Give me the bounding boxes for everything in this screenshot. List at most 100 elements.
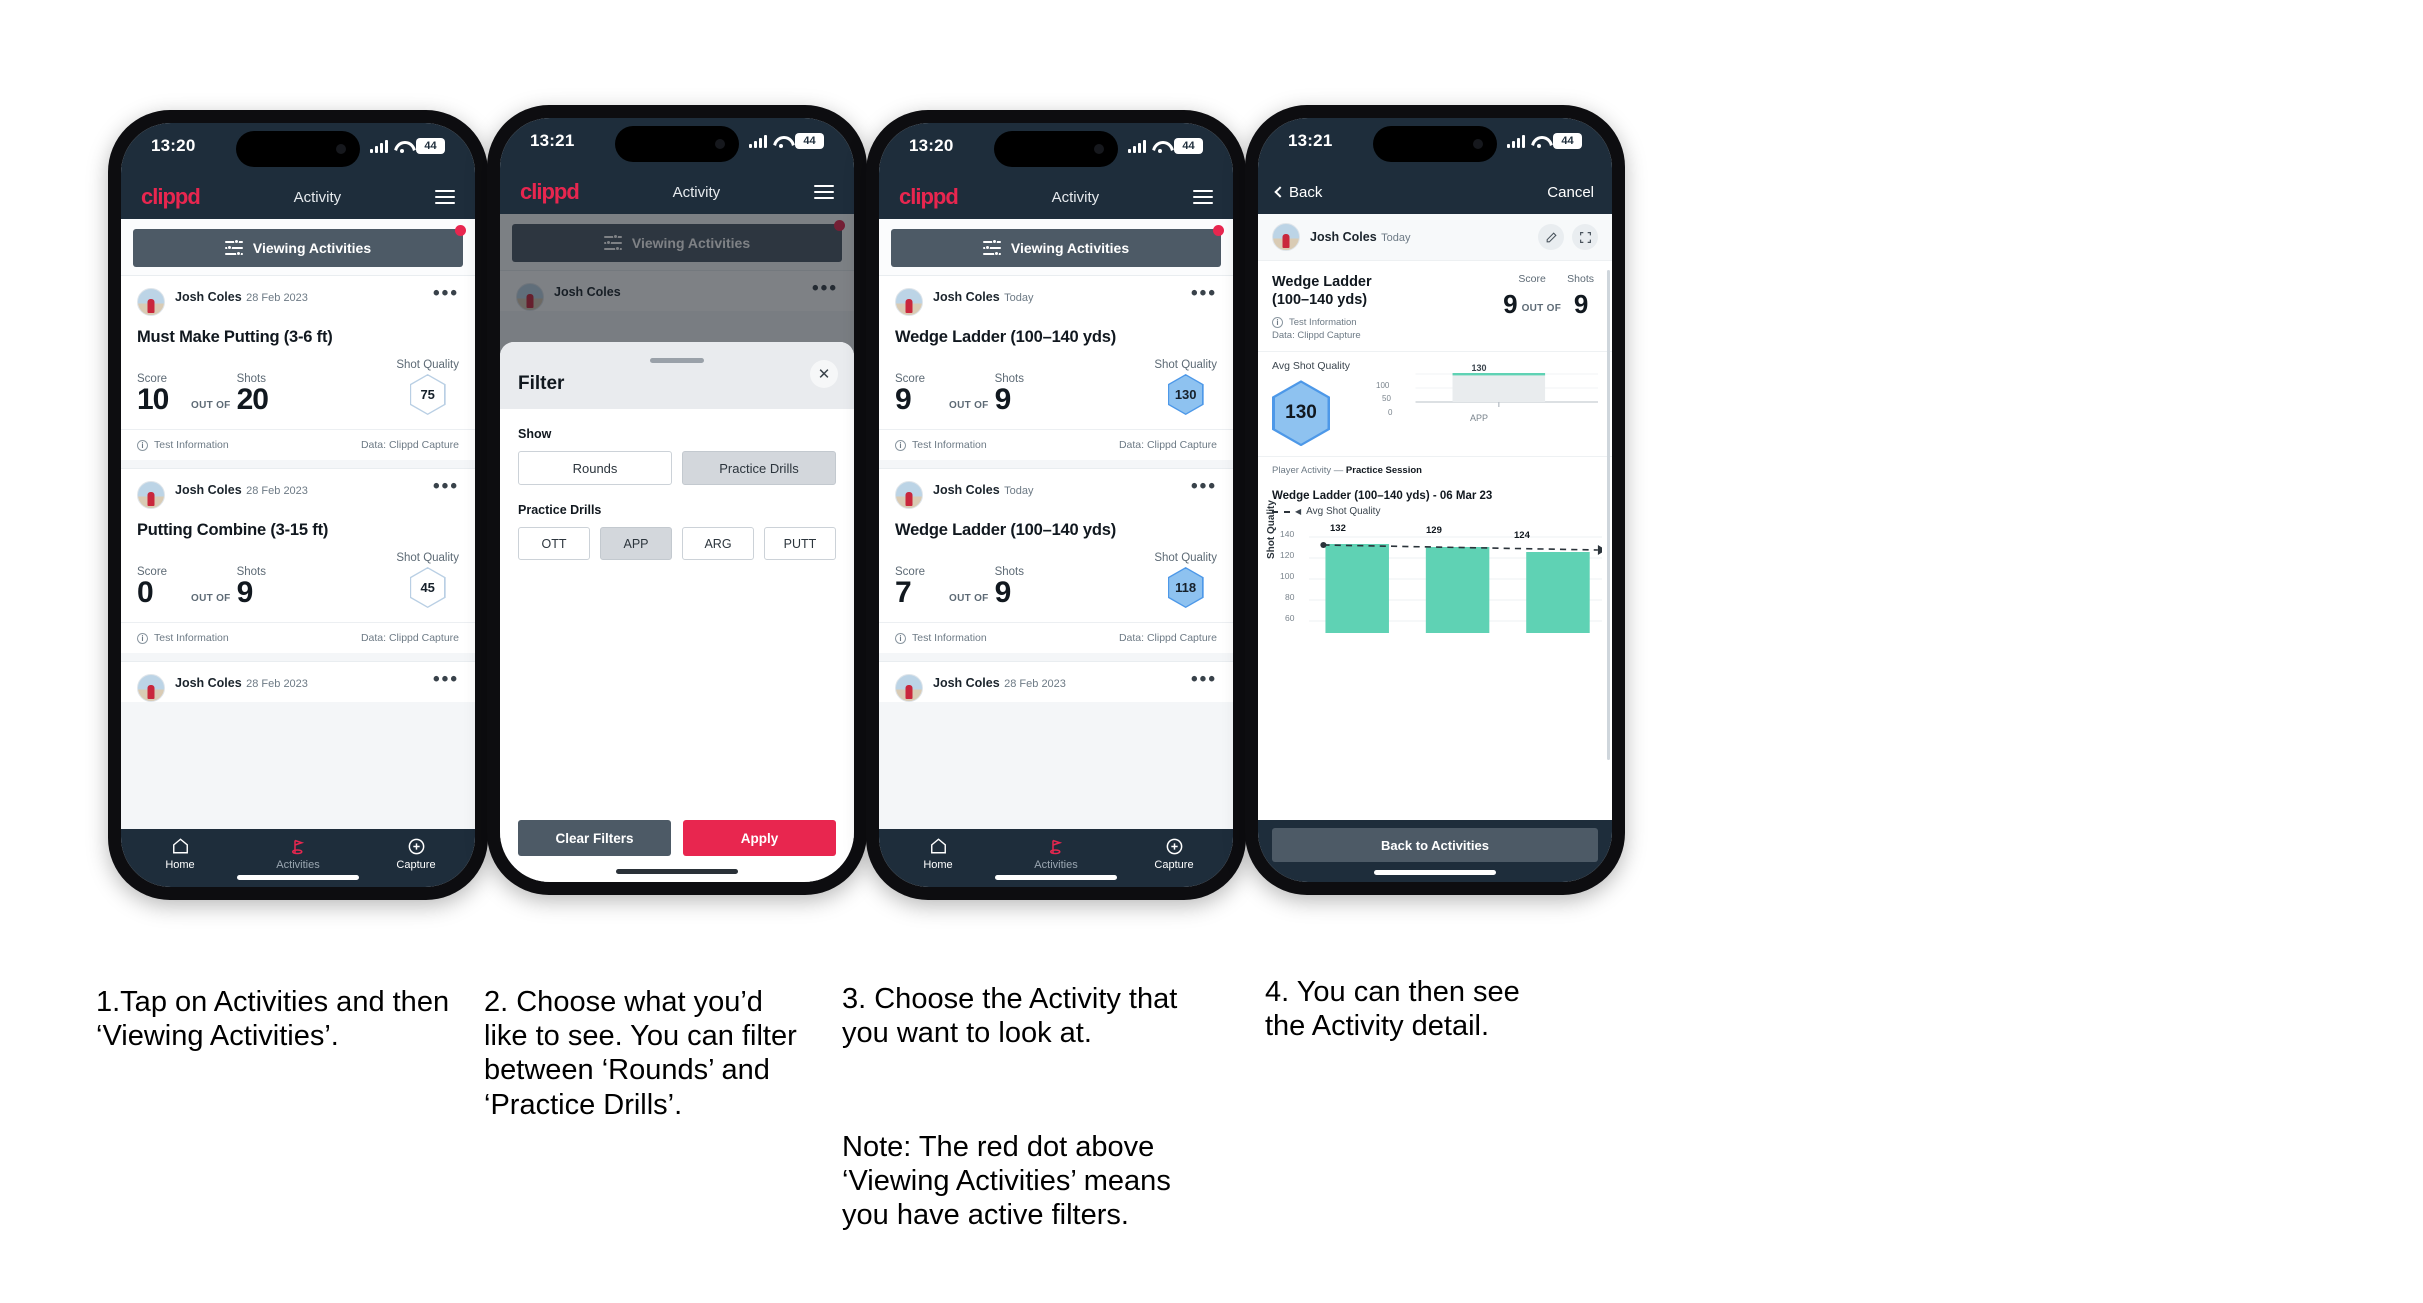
cellular-signal-icon — [749, 134, 767, 148]
tab-activities[interactable]: Activities — [997, 835, 1115, 871]
tab-capture[interactable]: Capture — [1115, 835, 1233, 871]
app-header: clippd Activity — [121, 175, 475, 219]
drill-option-app[interactable]: APP — [600, 527, 672, 560]
card-more-icon[interactable]: ••• — [1191, 670, 1217, 690]
drill-option-arg[interactable]: ARG — [682, 527, 754, 560]
player-activity-row: Player Activity — Practice Session — [1258, 456, 1612, 482]
shots-value: 9 — [994, 383, 1012, 416]
drill-option-ott[interactable]: OTT — [518, 527, 590, 560]
activity-card[interactable]: Josh Coles Today ••• Wedge Ladder (100–1… — [879, 275, 1233, 460]
detail-title-line-1: Wedge Ladder — [1272, 274, 1372, 290]
activity-card[interactable]: Josh Coles 28 Feb 2023 ••• — [121, 661, 475, 702]
plus-circle-icon — [357, 835, 475, 857]
detail-summary: Wedge Ladder (100–140 yds) i Test Inform… — [1258, 261, 1612, 351]
clippd-logo[interactable]: clippd — [899, 184, 959, 210]
home-icon — [879, 835, 997, 857]
detail-date: Today — [1381, 231, 1411, 244]
clippd-logo[interactable]: clippd — [141, 184, 201, 210]
shot-quality-value: 118 — [1175, 580, 1197, 595]
tab-home[interactable]: Home — [121, 835, 239, 871]
show-option-rounds[interactable]: Rounds — [518, 451, 672, 485]
test-information-label[interactable]: Test Information — [912, 632, 987, 644]
fullscreen-icon[interactable] — [1572, 224, 1598, 250]
avatar — [1272, 223, 1300, 251]
cellular-signal-icon — [370, 139, 388, 153]
page-title: Activity — [672, 183, 721, 201]
dynamic-island — [1373, 126, 1497, 162]
card-more-icon[interactable]: ••• — [433, 477, 459, 497]
status-time: 13:21 — [1288, 131, 1333, 150]
sheet-grabber[interactable] — [650, 358, 704, 363]
tab-capture[interactable]: Capture — [357, 835, 475, 871]
activity-card[interactable]: Josh Coles 28 Feb 2023 ••• Must Make Put… — [121, 275, 475, 460]
mini-bar-label: 130 — [1471, 363, 1487, 374]
info-icon: i — [1272, 317, 1283, 329]
test-information-label[interactable]: Test Information — [154, 632, 229, 644]
caption-step-3: 3. Choose the Activity that you want to … — [842, 983, 1178, 1050]
activity-title: Putting Combine (3-15 ft) — [137, 521, 329, 539]
show-option-practice-drills[interactable]: Practice Drills — [682, 451, 836, 485]
back-button[interactable]: Back — [1274, 184, 1322, 201]
plus-circle-icon — [1115, 835, 1233, 857]
cellular-signal-icon — [1507, 134, 1525, 148]
activity-date: Today — [1004, 292, 1034, 304]
data-source-label: Data: Clippd Capture — [360, 439, 459, 451]
menu-icon[interactable] — [1193, 190, 1213, 204]
close-icon[interactable]: ✕ — [810, 360, 838, 388]
activity-title: Wedge Ladder (100–140 yds) — [895, 328, 1117, 346]
battery-indicator: 44 — [1174, 138, 1203, 154]
drill-option-putt[interactable]: PUTT — [764, 527, 836, 560]
page-title: Activity — [1051, 188, 1100, 206]
tab-activities[interactable]: Activities — [239, 835, 357, 871]
activity-date: 28 Feb 2023 — [246, 292, 308, 304]
avg-shot-quality-label: Avg Shot Quality — [1272, 360, 1351, 373]
viewing-activities-button[interactable]: Viewing Activities — [891, 229, 1221, 267]
card-more-icon[interactable]: ••• — [1191, 477, 1217, 497]
page-title: Activity — [293, 188, 342, 206]
activity-detail: Josh Coles Today Wedge Ladder (100–140 y… — [1258, 214, 1612, 820]
clear-filters-button[interactable]: Clear Filters — [518, 820, 671, 856]
card-more-icon[interactable]: ••• — [433, 284, 459, 304]
out-of-label: OUT OF — [949, 400, 989, 411]
shot-quality-value: 45 — [420, 580, 435, 595]
card-more-icon[interactable]: ••• — [433, 670, 459, 690]
menu-icon[interactable] — [435, 190, 455, 204]
viewing-activities-button[interactable]: Viewing Activities — [133, 229, 463, 267]
cancel-button[interactable]: Cancel — [1547, 184, 1594, 201]
filter-sheet-header: Filter ✕ — [500, 342, 854, 409]
status-time: 13:21 — [530, 131, 575, 150]
player-activity-value: Practice Session — [1345, 465, 1422, 477]
dynamic-island — [236, 131, 360, 167]
legend-dash-icon — [1272, 510, 1290, 513]
shot-quality-hex: 130 — [1167, 374, 1204, 415]
vertical-scrollbar[interactable] — [1607, 270, 1610, 760]
activity-card[interactable]: Josh Coles Today ••• Wedge Ladder (100–1… — [879, 468, 1233, 653]
apply-button[interactable]: Apply — [683, 820, 836, 856]
info-icon: i — [895, 632, 906, 644]
phone-4-activity-detail: 13:21 44 Back Cancel Josh Coles Today We… — [1245, 105, 1625, 895]
active-filters-red-dot — [455, 225, 466, 236]
caption-step-4: 4. You can then see the Activity detail. — [1265, 976, 1520, 1043]
phone-2-screen: 13:21 44 clippd Activity Viewing Activit… — [500, 118, 854, 882]
test-information-label[interactable]: Test Information — [1289, 317, 1357, 328]
activities-content-dimmed: Viewing Activities Josh Coles ••• — [500, 214, 854, 882]
menu-icon[interactable] — [814, 185, 834, 199]
mini-xtick-app: APP — [1470, 413, 1489, 424]
wifi-icon — [1152, 140, 1168, 153]
dynamic-island — [994, 131, 1118, 167]
dynamic-island — [615, 126, 739, 162]
activity-card[interactable]: Josh Coles 28 Feb 2023 ••• — [879, 661, 1233, 702]
test-information-label[interactable]: Test Information — [912, 439, 987, 451]
clippd-logo[interactable]: clippd — [520, 179, 580, 205]
pencil-icon[interactable] — [1538, 224, 1564, 250]
info-icon: i — [137, 632, 148, 644]
card-more-icon[interactable]: ••• — [1191, 284, 1217, 304]
activities-content: Viewing Activities Josh Coles Today ••• … — [879, 219, 1233, 829]
tab-home[interactable]: Home — [879, 835, 997, 871]
back-to-activities-button[interactable]: Back to Activities — [1272, 828, 1598, 862]
practice-drill-options: OTT APP ARG PUTT — [518, 527, 836, 560]
activity-card[interactable]: Josh Coles 28 Feb 2023 ••• Putting Combi… — [121, 468, 475, 653]
test-information-label[interactable]: Test Information — [154, 439, 229, 451]
mini-ytick-100: 100 — [1376, 381, 1390, 391]
viewing-activities-label: Viewing Activities — [252, 240, 372, 256]
